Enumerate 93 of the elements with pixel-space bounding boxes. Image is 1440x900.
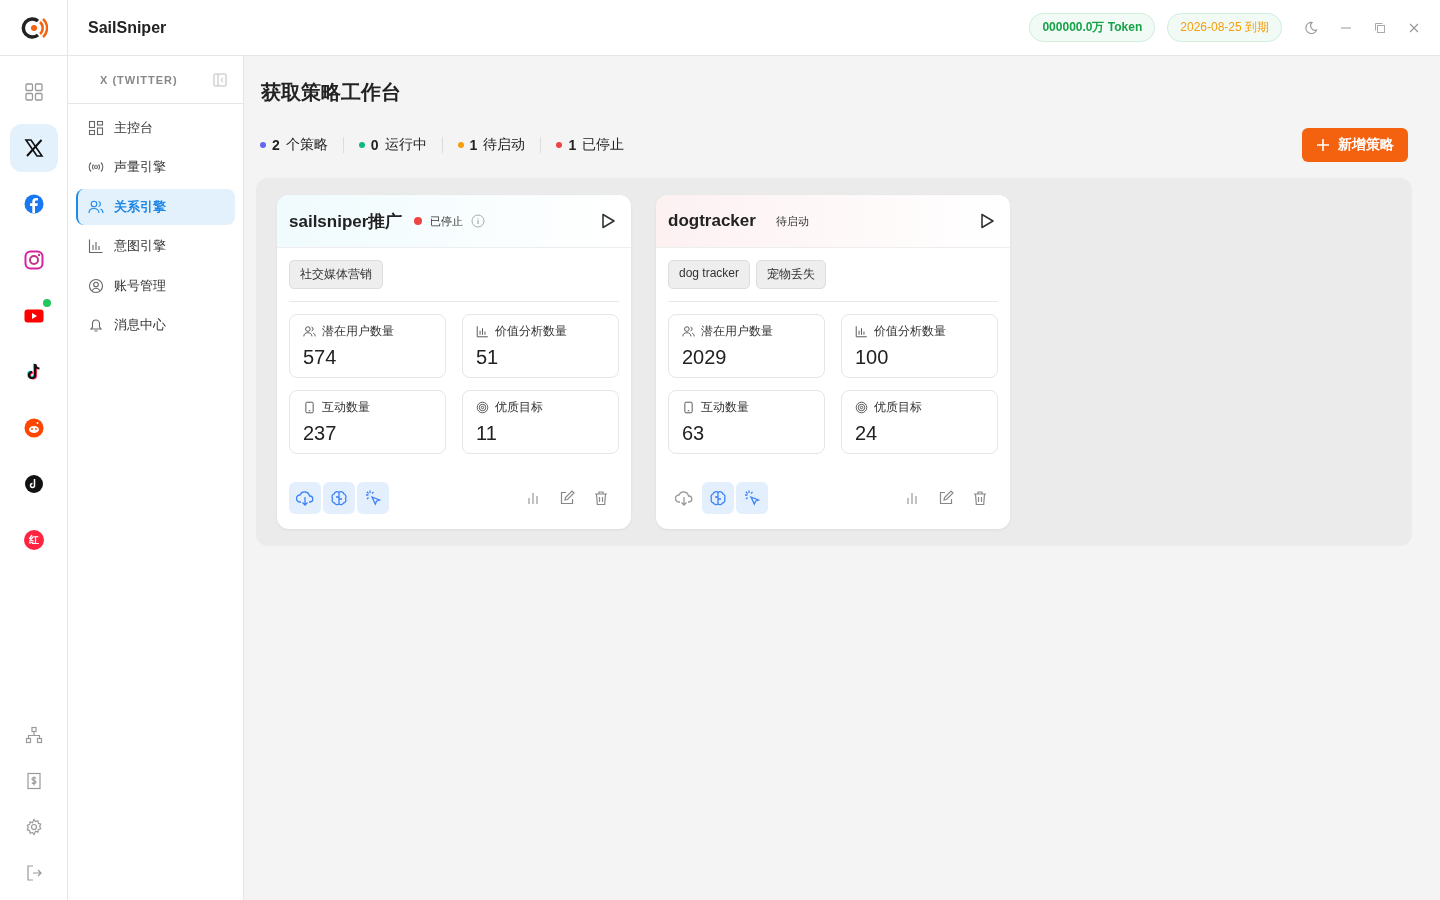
pointer-click-icon (743, 489, 761, 507)
phone-icon (303, 401, 316, 414)
metric-value: 24 (855, 422, 879, 445)
reddit-icon (23, 418, 44, 438)
metric-label: 潜在用户数量 (701, 323, 773, 340)
close-icon[interactable] (1408, 21, 1420, 34)
cloud-download-button[interactable] (289, 482, 321, 514)
sidebar-item[interactable]: 声量引擎 (76, 149, 235, 185)
music-disc-icon (23, 474, 44, 494)
users-icon (88, 198, 104, 215)
metric-value: 100 (855, 346, 890, 369)
strategy-name: sailsniper推广 (289, 210, 403, 233)
x-logo-icon (23, 138, 44, 158)
tag-chip: dog tracker (668, 260, 751, 289)
metric-value: 63 (682, 422, 706, 445)
round-badge-icon: 红 (23, 530, 44, 550)
phone-icon (682, 401, 695, 414)
metric-value: 2029 (682, 346, 728, 369)
cloud-download-icon (296, 489, 314, 507)
metric-value: 574 (303, 346, 338, 369)
bell-icon (88, 317, 104, 334)
cloud-download-icon (675, 489, 693, 507)
settings-icon[interactable] (24, 818, 43, 836)
page-title: 获取策略工作台 (261, 80, 402, 105)
restore-icon[interactable] (1374, 21, 1386, 34)
brain-icon (709, 489, 727, 507)
pointer-click-button[interactable] (736, 482, 768, 514)
metric-label: 价值分析数量 (874, 323, 946, 340)
sidebar-item[interactable]: 意图引擎 (76, 228, 235, 264)
stat-label: 已停止 (582, 136, 625, 154)
statistics-icon[interactable] (525, 490, 541, 506)
metric-value: 11 (476, 422, 498, 445)
statistics-icon[interactable] (904, 490, 920, 506)
metric-label: 互动数量 (322, 399, 370, 416)
grid-icon (23, 82, 44, 102)
sidebar-title: X (TWITTER) (100, 73, 178, 86)
pointer-click-icon (364, 489, 382, 507)
stat-count: 1 (568, 137, 577, 153)
play-button[interactable] (978, 212, 996, 230)
delete-icon[interactable] (972, 490, 988, 506)
dashboard-icon (88, 119, 104, 136)
sitemap-icon[interactable] (24, 726, 43, 744)
instagram-icon (23, 250, 44, 270)
stat-label: 运行中 (384, 136, 427, 154)
edit-icon[interactable] (559, 490, 575, 506)
target-icon (476, 401, 489, 414)
facebook-icon (23, 194, 44, 214)
status-label: 已停止 (430, 213, 464, 229)
stat-label: 个策略 (285, 136, 328, 154)
users-icon (682, 325, 695, 338)
notification-dot (42, 299, 51, 307)
platform-tab[interactable]: 红 (9, 516, 58, 564)
status-dot (414, 217, 423, 225)
metric-label: 潜在用户数量 (322, 323, 394, 340)
users-icon (303, 325, 316, 338)
tag-chip: 社交媒体营销 (289, 260, 383, 289)
edit-icon[interactable] (938, 490, 954, 506)
metric-label: 优质目标 (495, 399, 543, 416)
plus-icon (1316, 138, 1330, 152)
brain-button[interactable] (702, 482, 734, 514)
metric-label: 优质目标 (874, 399, 922, 416)
brain-button[interactable] (323, 482, 355, 514)
sidebar-item[interactable]: 主控台 (76, 110, 235, 146)
stat-count: 0 (370, 137, 379, 153)
pointer-click-button[interactable] (357, 482, 389, 514)
platform-tab[interactable] (9, 124, 58, 172)
stat-count: 2 (272, 137, 280, 153)
expiry-badge: 2026-08-25 到期 (1167, 13, 1282, 42)
brain-icon (330, 489, 348, 507)
status-label: 待启动 (775, 213, 809, 229)
token-balance-badge: 000000.0万 Token (1029, 13, 1156, 42)
target-icon (855, 401, 868, 414)
user-circle-icon (88, 277, 104, 294)
logout-icon[interactable] (24, 864, 43, 882)
bar-chart-icon (855, 325, 868, 338)
stat-count: 1 (469, 137, 478, 153)
strategy-name: dogtracker (668, 211, 756, 231)
bar-chart-icon (88, 238, 104, 255)
metric-value: 237 (303, 422, 338, 445)
tag-chip: 宠物丢失 (756, 260, 827, 289)
dollar-bill-icon[interactable] (24, 772, 43, 790)
dark-mode-icon[interactable] (1304, 20, 1318, 35)
sidebar-item[interactable]: 账号管理 (76, 268, 235, 304)
stat-label: 待启动 (483, 136, 526, 154)
app-name: SailSniper (88, 18, 167, 37)
delete-icon[interactable] (593, 490, 609, 506)
info-icon[interactable] (471, 214, 486, 228)
bar-chart-icon (476, 325, 489, 338)
metric-label: 互动数量 (701, 399, 749, 416)
play-button[interactable] (599, 212, 617, 230)
metric-label: 价值分析数量 (495, 323, 567, 340)
sidebar-item[interactable]: 消息中心 (76, 307, 235, 343)
metric-value: 51 (476, 346, 500, 369)
